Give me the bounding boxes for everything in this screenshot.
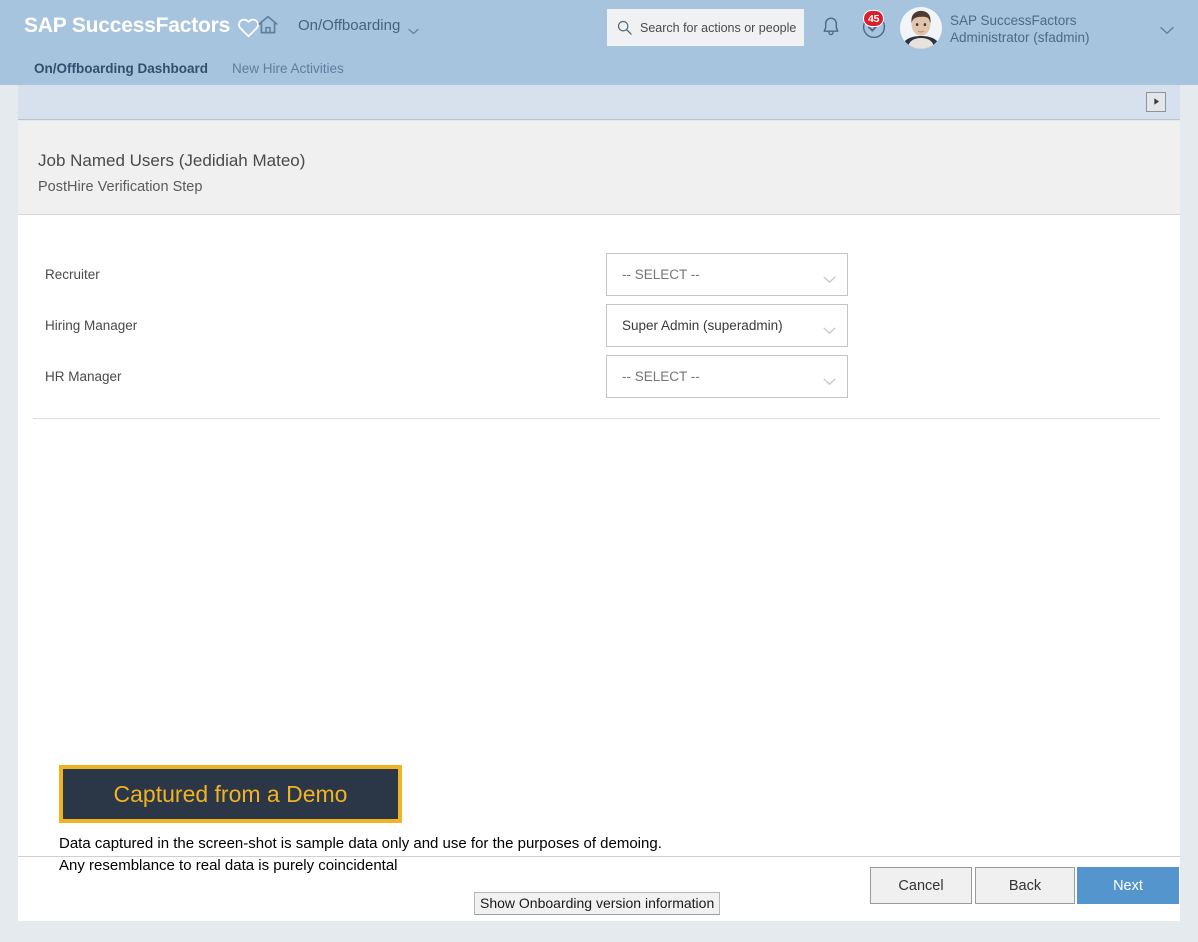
recruiter-select-value: -- SELECT --: [622, 267, 700, 282]
user-menu-toggle[interactable]: [1160, 22, 1174, 34]
bell-icon: [819, 17, 843, 43]
back-button-label: Back: [1008, 877, 1042, 894]
recruiter-select[interactable]: -- SELECT --: [606, 253, 848, 296]
chevron-down-icon: [823, 373, 836, 385]
cancel-button-label: Cancel: [898, 877, 944, 894]
brand-label: SAP SuccessFactors: [24, 14, 231, 37]
next-button-label: Next: [1113, 877, 1143, 894]
hiring-manager-select-value: Super Admin (superadmin): [622, 318, 783, 333]
module-selector-label: On/Offboarding: [298, 17, 401, 34]
user-login: Administrator (sfadmin): [950, 30, 1090, 45]
module-selector[interactable]: On/Offboarding: [298, 17, 419, 35]
form-row-recruiter: Recruiter -- SELECT --: [18, 253, 1180, 304]
show-version-info-label: Show Onboarding version information: [480, 895, 715, 911]
tab-label: On/Offboarding Dashboard: [34, 61, 208, 76]
hr-manager-select[interactable]: -- SELECT --: [606, 355, 848, 398]
section-divider: [33, 418, 1160, 419]
form-row-hiring-manager: Hiring Manager Super Admin (superadmin): [18, 304, 1180, 355]
page-card: Job Named Users (Jedidiah Mateo) PostHir…: [18, 121, 1180, 921]
tab-onoffboarding-dashboard[interactable]: On/Offboarding Dashboard: [34, 56, 208, 76]
field-label-recruiter: Recruiter: [45, 267, 100, 282]
tab-new-hire-activities[interactable]: New Hire Activities: [232, 56, 344, 76]
content-toolbar: [18, 85, 1180, 120]
page-header: Job Named Users (Jedidiah Mateo) PostHir…: [18, 121, 1180, 215]
app-root: SAP SuccessFactors On/Offboarding Search…: [0, 0, 1198, 942]
user-menu[interactable]: SAP SuccessFactors Administrator (sfadmi…: [950, 12, 1090, 46]
disclaimer-line-1: Data captured in the screen-shot is samp…: [59, 835, 662, 852]
hiring-manager-select[interactable]: Super Admin (superadmin): [606, 304, 848, 347]
avatar[interactable]: [900, 7, 942, 49]
notifications-button[interactable]: [819, 15, 843, 39]
search-icon: [617, 20, 632, 35]
show-version-info-link[interactable]: Show Onboarding version information: [474, 892, 721, 915]
chevron-down-icon: [823, 271, 836, 283]
check-circle-icon: [861, 15, 887, 44]
search-input[interactable]: Search for actions or people: [607, 9, 804, 46]
play-triangle-icon: [1152, 93, 1161, 111]
primary-tabs: On/Offboarding Dashboard New Hire Activi…: [0, 56, 1198, 85]
user-company: SAP SuccessFactors: [950, 13, 1077, 28]
demo-watermark-text: Captured from a Demo: [113, 780, 348, 807]
global-header-row: SAP SuccessFactors On/Offboarding Search…: [0, 0, 1198, 56]
form-area: Recruiter -- SELECT -- Hiring Manager Su…: [18, 215, 1180, 406]
home-button[interactable]: [255, 14, 281, 40]
tab-label: New Hire Activities: [232, 61, 344, 76]
demo-watermark-banner: Captured from a Demo: [59, 765, 402, 823]
chevron-down-icon: [408, 22, 419, 35]
global-header: SAP SuccessFactors On/Offboarding Search…: [0, 0, 1198, 85]
page-title: Job Named Users (Jedidiah Mateo): [38, 151, 306, 170]
field-label-hiring-manager: Hiring Manager: [45, 318, 138, 333]
brand-logo[interactable]: SAP SuccessFactors: [24, 14, 260, 38]
page-subtitle: PostHire Verification Step: [38, 179, 203, 195]
search-placeholder: Search for actions or people: [640, 20, 797, 35]
next-button[interactable]: Next: [1077, 867, 1179, 904]
chevron-down-icon: [1160, 22, 1174, 39]
page-footer: Cancel Back Next Show Onboarding version…: [18, 857, 1180, 921]
form-row-hr-manager: HR Manager -- SELECT --: [18, 355, 1180, 406]
field-label-hr-manager: HR Manager: [45, 369, 122, 384]
chevron-down-icon: [823, 322, 836, 334]
back-button[interactable]: Back: [975, 867, 1075, 904]
expand-panel-button[interactable]: [1146, 92, 1166, 112]
todo-badge: 45: [863, 10, 885, 27]
home-icon: [256, 13, 280, 42]
hr-manager-select-value: -- SELECT --: [622, 369, 700, 384]
cancel-button[interactable]: Cancel: [870, 867, 972, 904]
